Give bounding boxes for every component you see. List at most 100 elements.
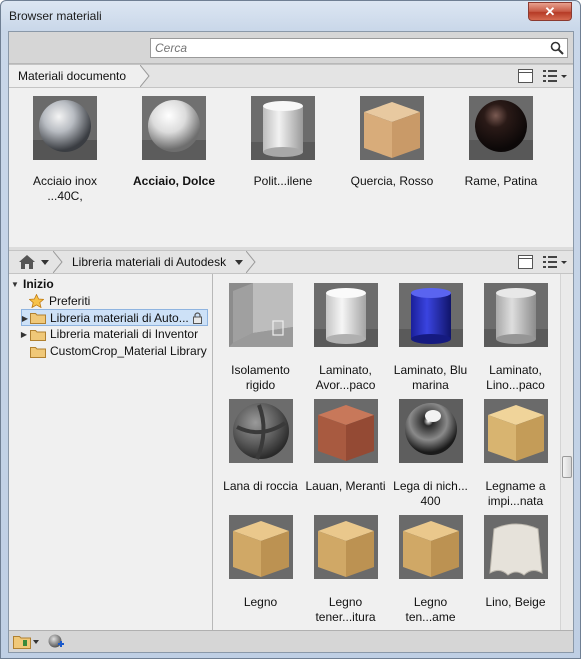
document-materials-header: Materiali documento — [9, 64, 573, 88]
material-label: Legno — [243, 595, 278, 609]
tree-root-label: Inizio — [23, 277, 54, 291]
star-icon — [29, 294, 44, 308]
material-label: Lana di roccia — [223, 479, 298, 493]
chevron-down-icon[interactable] — [235, 260, 243, 265]
home-icon[interactable] — [19, 255, 35, 269]
materials-browser-window: Browser materiali ✕ Materiali documento — [0, 0, 581, 659]
material-thumbnail — [483, 399, 548, 463]
material-item[interactable]: Lauan, Meranti — [303, 399, 388, 494]
material-item[interactable]: Acciaio inox ...40C, — [15, 96, 115, 204]
material-item[interactable]: Lega di nich... 400 — [388, 399, 473, 509]
material-thumbnail — [398, 399, 463, 463]
breadcrumb-arrow-icon — [140, 65, 150, 87]
material-thumbnail — [483, 283, 548, 347]
material-item[interactable]: Legno ten...ame — [388, 515, 473, 625]
create-material-icon[interactable] — [48, 634, 64, 650]
breadcrumb-library[interactable]: Libreria materiali di Autodesk — [63, 251, 234, 273]
close-icon: ✕ — [544, 4, 556, 19]
list-view-options-icon[interactable] — [542, 69, 568, 83]
material-label: Legno tener...itura — [315, 595, 376, 624]
material-thumbnail — [228, 399, 293, 463]
material-label: Rame, Patina — [464, 174, 538, 188]
library-scrollbar[interactable] — [560, 274, 573, 630]
material-thumbnail — [228, 515, 293, 579]
chevron-down-icon[interactable] — [33, 640, 39, 644]
library-header: Libreria materiali di Autodesk — [9, 250, 573, 274]
collapse-icon[interactable]: ▼ — [10, 276, 20, 293]
thumbnail-view-icon[interactable] — [518, 255, 533, 269]
tree-item-autodesk-library[interactable]: ▶ Libreria materiali di Auto... — [21, 309, 208, 326]
material-label: Laminato, Blu marina — [393, 363, 468, 392]
tree-item-inventor-library[interactable]: ▶ Libreria materiali di Inventor — [9, 326, 209, 343]
material-thumbnail — [360, 96, 424, 160]
material-thumbnail — [228, 283, 293, 347]
tree-item-preferiti[interactable]: Preferiti — [9, 293, 209, 310]
material-item[interactable]: Legname a impi...nata — [473, 399, 558, 509]
material-item[interactable]: Rame, Patina — [451, 96, 551, 189]
material-label: Lega di nich... 400 — [393, 479, 468, 508]
list-view-options-icon[interactable] — [542, 255, 568, 269]
tree-item-label: Libreria materiali di Auto... — [50, 311, 189, 325]
material-item[interactable]: Laminato, Avor...paco — [303, 283, 388, 393]
tree-item-custom-library[interactable]: CustomCrop_Material Library — [9, 343, 209, 360]
material-thumbnail — [398, 283, 463, 347]
material-item[interactable]: Laminato, Blu marina — [388, 283, 473, 393]
material-thumbnail — [313, 283, 378, 347]
material-label: Isolamento rigido — [231, 363, 290, 392]
material-item[interactable]: Legno — [218, 515, 303, 610]
material-label: Acciaio, Dolce — [132, 174, 216, 188]
material-label: Laminato, Avor...paco — [315, 363, 376, 392]
expand-icon[interactable]: ▶ — [19, 326, 29, 343]
lock-icon — [193, 312, 202, 324]
folder-icon — [30, 347, 46, 358]
thumbnail-view-icon[interactable] — [518, 69, 533, 83]
material-thumbnail — [398, 515, 463, 579]
material-label: Lauan, Meranti — [305, 479, 386, 493]
search-input[interactable] — [151, 39, 541, 57]
folder-icon — [30, 313, 46, 324]
material-item[interactable]: Lana di roccia — [218, 399, 303, 494]
folder-icon — [30, 330, 46, 341]
document-materials-grid: Acciaio inox ...40C, Acciaio, Dolce Poli… — [9, 89, 573, 247]
material-item[interactable]: Acciaio, Dolce — [124, 96, 224, 189]
material-item[interactable]: Isolamento rigido — [218, 283, 303, 393]
breadcrumb-arrow-icon — [246, 251, 256, 273]
material-thumbnail — [469, 96, 533, 160]
material-label: Laminato, Lino...paco — [486, 363, 545, 392]
chevron-down-icon[interactable] — [41, 260, 49, 265]
search-box[interactable] — [150, 38, 568, 58]
library-manage-icon[interactable] — [13, 634, 31, 649]
library-tree: ▼ Inizio Preferiti ▶ Libreria materiali … — [9, 274, 213, 630]
breadcrumb-document[interactable]: Materiali documento — [9, 65, 141, 87]
tree-item-label: Preferiti — [49, 294, 91, 308]
search-icon[interactable] — [550, 41, 564, 55]
material-item[interactable]: Legno tener...itura — [303, 515, 388, 625]
title-bar[interactable]: Browser materiali ✕ — [1, 1, 580, 31]
material-label: Lino, Beige — [485, 595, 546, 609]
material-label: Quercia, Rosso — [350, 174, 434, 188]
material-label: Legno ten...ame — [405, 595, 456, 624]
tree-item-label: Libreria materiali di Inventor — [50, 327, 199, 341]
close-button[interactable]: ✕ — [528, 2, 572, 21]
material-label: Legname a impi...nata — [485, 479, 546, 508]
library-materials-grid: Isolamento rigido Laminato, Avor...paco — [214, 274, 559, 630]
breadcrumb-arrow-icon — [53, 251, 63, 273]
material-item[interactable]: Quercia, Rosso — [342, 96, 442, 189]
material-label: Polit...ilene — [253, 174, 313, 188]
browser-body: Materiali documento — [8, 31, 574, 653]
material-item[interactable]: Lino, Beige — [473, 515, 558, 610]
bottom-toolbar — [9, 630, 573, 652]
material-item[interactable]: Polit...ilene — [233, 96, 333, 189]
material-thumbnail — [251, 96, 315, 160]
material-thumbnail — [313, 515, 378, 579]
material-item[interactable]: Laminato, Lino...paco — [473, 283, 558, 393]
material-thumbnail — [33, 96, 97, 160]
material-thumbnail — [142, 96, 206, 160]
search-bar — [9, 32, 573, 64]
scrollbar-thumb[interactable] — [562, 456, 572, 478]
tree-root[interactable]: ▼ Inizio — [9, 276, 209, 293]
material-thumbnail — [483, 515, 548, 579]
expand-icon[interactable]: ▶ — [20, 310, 30, 327]
window-title: Browser materiali — [9, 9, 102, 23]
material-label: Acciaio inox ...40C, — [32, 174, 98, 203]
